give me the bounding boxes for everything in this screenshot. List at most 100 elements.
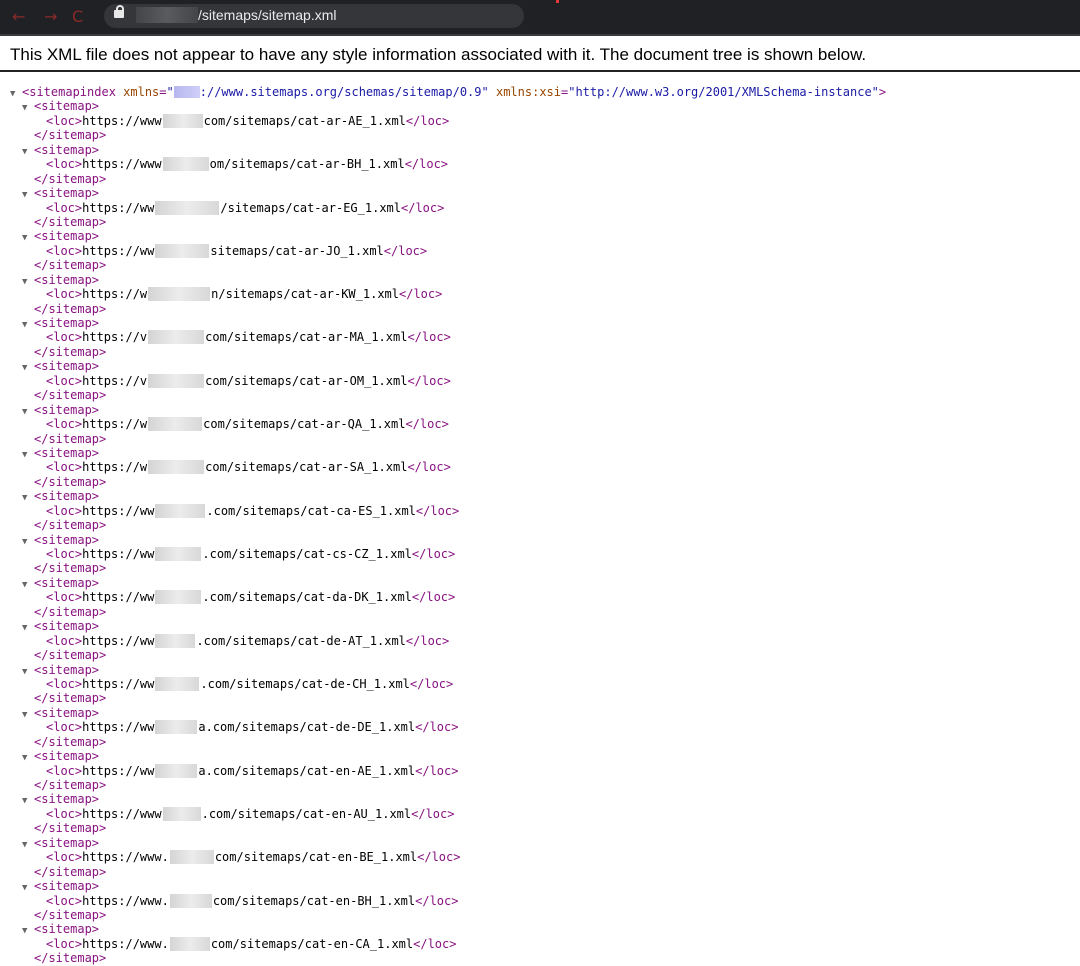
loc-url-prefix: https://ww (82, 590, 155, 605)
sitemap-loc-line: <loc>https://v com/sitemaps/cat-ar-MA_1.x… (10, 330, 886, 345)
loc-url-suffix: .com/sitemaps/cat-de-CH_1.xml (200, 676, 410, 691)
sitemap-close-line: </sitemap> (10, 302, 886, 316)
tab-indicator (556, 0, 559, 3)
loc-url-suffix: com/sitemaps/cat-en-CA_1.xml (210, 936, 414, 951)
sitemap-close-tag: </sitemap> (34, 171, 107, 186)
sitemap-open-tag: <sitemap> (34, 575, 100, 590)
redacted-domain (155, 200, 220, 215)
loc-open-tag: <loc> (46, 503, 83, 518)
sitemap-list: ▼ <sitemap> <loc>https://www com/sitemaps/c… (10, 99, 886, 965)
sitemap-loc-line: <loc>https://www com/sitemaps/cat-ar-AE_1… (10, 113, 886, 128)
sitemap-open-tag: <sitemap> (34, 99, 100, 114)
loc-open-tag: <loc> (46, 460, 83, 475)
loc-url-suffix: com/sitemaps/cat-ar-MA_1.xml (205, 330, 408, 345)
loc-close-tag: </loc> (405, 113, 450, 128)
loc-open-tag: <loc> (46, 676, 83, 691)
sitemap-close-tag: </sitemap> (34, 821, 107, 836)
root-attr-xsi-value: "http://www.w3.org/2001/XMLSchema-instan… (568, 85, 879, 99)
notice-divider (0, 70, 1080, 72)
sitemap-open-line: ▼ <sitemap> (10, 316, 886, 330)
sitemap-open-tag: <sitemap> (34, 489, 100, 504)
sitemap-close-line: </sitemap> (10, 908, 886, 922)
sitemap-open-line: ▼ <sitemap> (10, 186, 886, 200)
sitemap-open-tag: <sitemap> (34, 879, 100, 894)
sitemap-open-tag: <sitemap> (34, 619, 100, 634)
root-attr-xmlns-value: ://www.sitemaps.org/schemas/sitemap/0.9" (199, 85, 489, 99)
redacted-domain (169, 850, 214, 865)
sitemap-close-line: </sitemap> (10, 821, 886, 835)
lock-icon[interactable] (114, 5, 124, 18)
loc-close-tag: </loc> (417, 850, 461, 865)
sitemap-close-tag: </sitemap> (34, 778, 107, 792)
sitemap-loc-line: <loc>https://w n/sitemaps/cat-ar-KW_1.xml… (10, 287, 886, 302)
redacted-domain (155, 547, 202, 561)
sitemap-loc-line: <loc>https://ww .com/sitemaps/cat-de-CH_1… (10, 676, 886, 691)
loc-url-prefix: https://www. (82, 936, 169, 951)
sitemap-open-line: ▼ <sitemap> (10, 663, 886, 677)
root-attr-xsi-name: xmlns:xsi (495, 85, 561, 99)
sitemap-close-line: </sitemap> (10, 388, 886, 402)
loc-url-prefix: https://www (82, 157, 162, 172)
loc-open-tag: <loc> (46, 417, 83, 432)
sitemap-loc-line: <loc>https://ww .com/sitemaps/cat-da-DK_1… (10, 590, 886, 605)
loc-open-tag: <loc> (46, 157, 83, 172)
sitemap-close-tag: </sitemap> (34, 344, 107, 359)
loc-open-tag: <loc> (46, 330, 83, 345)
sitemap-close-line: </sitemap> (10, 432, 886, 446)
sitemap-close-line: </sitemap> (10, 735, 886, 749)
forward-arrow-icon[interactable]: → (44, 7, 57, 26)
sitemap-close-line: </sitemap> (10, 258, 886, 272)
sitemap-close-line: </sitemap> (10, 648, 886, 662)
redacted-domain (148, 330, 205, 345)
redacted-protocol (173, 86, 200, 98)
redacted-domain (155, 590, 202, 605)
loc-close-tag: </loc> (405, 633, 450, 648)
sitemap-close-tag: </sitemap> (34, 561, 107, 576)
loc-url-prefix: https://ww (82, 676, 155, 691)
redacted-domain (148, 417, 203, 432)
reload-icon[interactable]: C (72, 7, 83, 26)
loc-open-tag: <loc> (46, 590, 83, 605)
sitemap-loc-line: <loc>https://ww a.com/sitemaps/cat-de-DE_… (10, 720, 886, 735)
loc-url-suffix: com/sitemaps/cat-en-BH_1.xml (212, 893, 416, 908)
loc-url-prefix: https://v (82, 330, 148, 345)
back-arrow-icon[interactable]: ← (12, 7, 25, 26)
sitemap-close-line: </sitemap> (10, 518, 886, 532)
root-open-tag: <sitemapindex (22, 85, 116, 99)
sitemap-loc-line: <loc>https://www .com/sitemaps/cat-en-AU_… (10, 806, 886, 821)
sitemap-open-line: ▼ <sitemap> (10, 99, 886, 113)
sitemap-loc-line: <loc>https://ww .com/sitemaps/cat-cs-CZ_1… (10, 547, 886, 561)
loc-open-tag: <loc> (46, 633, 83, 648)
sitemap-close-line: </sitemap> (10, 561, 886, 575)
loc-url-suffix: .com/sitemaps/cat-de-AT_1.xml (196, 633, 406, 648)
sitemap-open-tag: <sitemap> (34, 445, 100, 460)
sitemap-loc-line: <loc>https://ww a.com/sitemaps/cat-en-AE_… (10, 763, 886, 778)
loc-close-tag: </loc> (407, 330, 451, 345)
loc-open-tag: <loc> (46, 720, 83, 735)
sitemap-close-tag: </sitemap> (34, 951, 107, 966)
loc-open-tag: <loc> (46, 763, 83, 778)
loc-open-tag: <loc> (46, 243, 83, 258)
sitemap-open-line: ▼ <sitemap> (10, 489, 886, 503)
loc-close-tag: </loc> (415, 503, 460, 518)
loc-url-suffix: com/sitemaps/cat-ar-SA_1.xml (205, 460, 408, 475)
sitemap-loc-line: <loc>https://www. com/sitemaps/cat-en-BH_… (10, 893, 886, 908)
redacted-domain (155, 243, 210, 258)
loc-url-prefix: https://ww (82, 763, 155, 778)
loc-url-suffix: /sitemaps/cat-ar-EG_1.xml (220, 200, 401, 215)
loc-url-prefix: https://w (82, 460, 148, 475)
sitemap-close-tag: </sitemap> (34, 431, 107, 446)
sitemap-loc-line: <loc>https://ww/sitemaps/cat-ar-EG_1.xml… (10, 200, 886, 215)
sitemap-close-tag: </sitemap> (34, 604, 107, 619)
loc-url-suffix: com/sitemaps/cat-ar-AE_1.xml (203, 113, 406, 128)
root-open-tag-end: > (878, 85, 887, 99)
url-text[interactable]: /sitemaps/sitemap.xml (198, 7, 336, 23)
sitemap-open-line: ▼ <sitemap> (10, 533, 886, 547)
loc-url-prefix: https://www. (82, 850, 169, 865)
loc-url-suffix: sitemaps/cat-ar-JO_1.xml (210, 243, 384, 258)
redacted-domain (155, 763, 198, 778)
xml-document-tree: ▼ <sitemapindex xmlns="://www.sitemaps.or… (10, 85, 886, 966)
loc-url-suffix: a.com/sitemaps/cat-en-AE_1.xml (198, 763, 416, 778)
sitemap-loc-line: <loc>https://ww sitemaps/cat-ar-JO_1.xml<… (10, 243, 886, 258)
sitemap-open-tag: <sitemap> (34, 532, 100, 547)
